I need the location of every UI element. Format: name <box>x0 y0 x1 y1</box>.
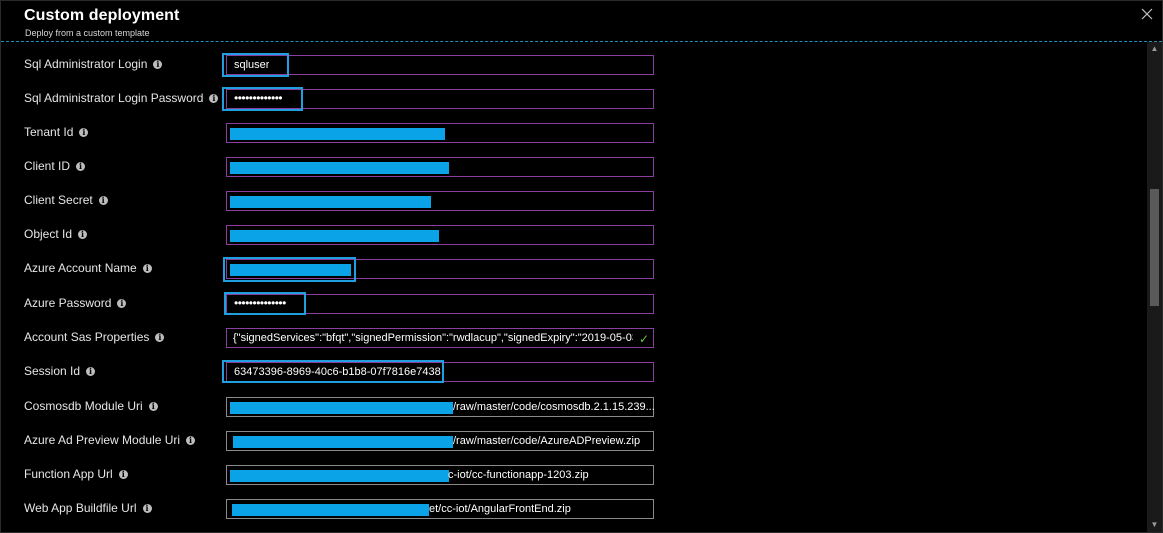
form-row: Function App Url i c-iot/cc-functionapp-1… <box>1 465 1147 487</box>
info-icon[interactable]: i <box>117 298 127 308</box>
field-label: Tenant Id i <box>24 125 89 139</box>
form-row: Sql Administrator Login Password i ••••••… <box>1 87 1147 111</box>
sql-admin-login-input[interactable]: sqluser <box>226 55 654 75</box>
account-sas-properties-input[interactable]: {"signedServices":"bfqt","signedPermissi… <box>226 328 654 348</box>
form-row: Sql Administrator Login i sqluser <box>1 53 1147 77</box>
field-label: Function App Url i <box>24 467 128 481</box>
field-label: Web App Buildfile Url i <box>24 501 152 515</box>
redacted-value <box>230 230 439 242</box>
form-row: Object Id i <box>1 225 1147 247</box>
highlight-box <box>223 257 356 282</box>
redacted-value <box>230 128 445 140</box>
info-icon[interactable]: i <box>118 469 128 479</box>
info-icon[interactable]: i <box>155 332 165 342</box>
field-label: Cosmosdb Module Uri i <box>24 399 158 413</box>
field-label: Azure Ad Preview Module Uri i <box>24 433 196 447</box>
redacted-value <box>230 402 453 414</box>
redacted-value <box>233 436 453 448</box>
info-icon[interactable]: i <box>186 435 196 445</box>
info-icon[interactable]: i <box>153 59 163 69</box>
page-subtitle: Deploy from a custom template <box>25 28 150 38</box>
web-app-buildfile-url-input[interactable]: et/cc-iot/AngularFrontEnd.zip <box>226 499 654 519</box>
page-title: Custom deployment <box>24 7 180 24</box>
highlight-box <box>222 87 303 111</box>
client-secret-input[interactable] <box>226 191 654 211</box>
field-label: Sql Administrator Login Password i <box>24 91 219 105</box>
info-icon[interactable]: i <box>148 401 158 411</box>
form-row: Cosmosdb Module Uri i /raw/master/code/co… <box>1 397 1147 419</box>
cosmosdb-module-uri-input[interactable]: /raw/master/code/cosmosdb.2.1.15.239... <box>226 397 655 417</box>
vertical-scrollbar[interactable]: ▲ ▼ <box>1147 42 1162 532</box>
redacted-value <box>230 196 431 208</box>
form-row: Azure Ad Preview Module Uri i /raw/master… <box>1 431 1147 453</box>
field-label: Client ID i <box>24 159 86 173</box>
object-id-input[interactable] <box>226 225 654 245</box>
azure-ad-preview-module-uri-input[interactable]: /raw/master/code/AzureADPreview.zip <box>226 431 654 451</box>
field-label: Sql Administrator Login i <box>24 57 163 71</box>
form-row: Web App Buildfile Url i et/cc-iot/Angular… <box>1 499 1147 521</box>
info-icon[interactable]: i <box>76 161 86 171</box>
form-row: Azure Account Name i <box>1 257 1147 282</box>
field-label: Object Id i <box>24 227 88 241</box>
close-icon[interactable] <box>1140 7 1154 21</box>
field-label: Azure Password i <box>24 296 127 310</box>
highlight-box <box>222 360 444 383</box>
field-label: Azure Account Name i <box>24 261 152 275</box>
field-label: Account Sas Properties i <box>24 330 165 344</box>
form-row: Azure Password i •••••••••••••• <box>1 292 1147 316</box>
highlight-box <box>222 53 289 77</box>
info-icon[interactable]: i <box>142 263 152 273</box>
tenant-id-input[interactable] <box>226 123 654 143</box>
field-label: Session Id i <box>24 364 96 378</box>
scroll-down-arrow-icon[interactable]: ▼ <box>1147 518 1162 532</box>
custom-deployment-blade: Custom deployment Deploy from a custom t… <box>0 0 1163 533</box>
function-app-url-input[interactable]: c-iot/cc-functionapp-1203.zip <box>226 465 654 485</box>
info-icon[interactable]: i <box>79 127 89 137</box>
form-row: Session Id i 63473396-8969-40c6-b1b8-07f7… <box>1 360 1147 384</box>
redacted-value <box>232 504 429 516</box>
checkmark-icon: ✓ <box>638 332 649 346</box>
info-icon[interactable]: i <box>142 503 152 513</box>
info-icon[interactable]: i <box>209 93 219 103</box>
field-label: Client Secret i <box>24 193 108 207</box>
form-row: Tenant Id i <box>1 123 1147 145</box>
info-icon[interactable]: i <box>78 229 88 239</box>
client-id-input[interactable] <box>226 157 654 177</box>
scroll-thumb[interactable] <box>1150 189 1159 306</box>
redacted-value <box>230 162 449 174</box>
redacted-value <box>230 470 449 482</box>
info-icon[interactable]: i <box>86 366 96 376</box>
parameters-form: Sql Administrator Login i sqluser Sql Adm… <box>1 42 1147 532</box>
form-row: Client Secret i <box>1 191 1147 213</box>
highlight-box <box>224 292 306 315</box>
info-icon[interactable]: i <box>98 195 108 205</box>
scroll-up-arrow-icon[interactable]: ▲ <box>1147 42 1162 56</box>
form-row: Client ID i <box>1 157 1147 179</box>
form-row: Account Sas Properties i {"signedServices… <box>1 328 1147 350</box>
blade-header: Custom deployment Deploy from a custom t… <box>1 1 1162 42</box>
